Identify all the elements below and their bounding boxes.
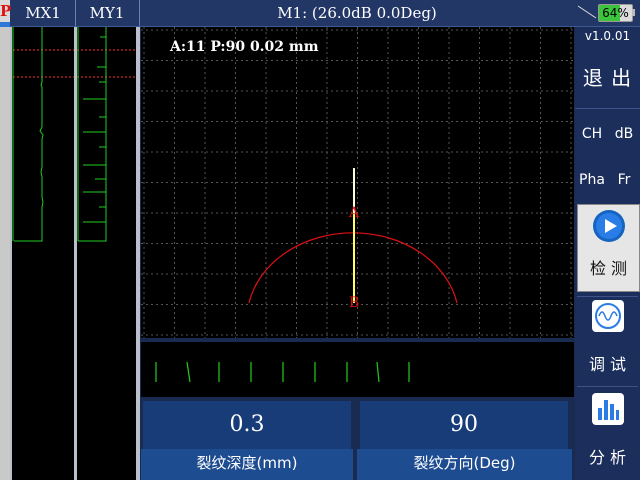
signal-icon	[577, 5, 597, 19]
crack-depth-label: 裂纹深度(mm)	[141, 449, 353, 480]
detect-button[interactable]: 检 测	[577, 204, 640, 292]
marker-a: A	[348, 205, 360, 221]
wave-icon	[592, 300, 624, 332]
play-icon	[593, 210, 625, 242]
measurement-title: M1: (26.0dB 0.0Deg)	[277, 4, 437, 22]
sidebar-divider	[577, 386, 638, 387]
battery-icon: 64%	[598, 4, 633, 22]
channel-button[interactable]: CH	[578, 124, 606, 144]
debug-label: 调 试	[588, 355, 627, 374]
debug-button[interactable]: 调 试	[577, 297, 638, 385]
crack-direction-label: 裂纹方向(Deg)	[357, 449, 572, 480]
crack-depth-value: 0.3	[143, 401, 351, 449]
phase-button[interactable]: Pha	[576, 170, 608, 190]
version-label: v1.0.01	[584, 29, 631, 43]
scope-readout: A:11 P:90 0.02 mm	[169, 39, 319, 55]
detect-label: 检 测	[589, 259, 628, 278]
bar-chart-icon	[592, 393, 624, 425]
impedance-plane-display[interactable]: A B A:11 P:90 0.02 mm	[141, 27, 574, 338]
waveform-strip	[141, 342, 574, 397]
channel-y-label[interactable]: MY1	[76, 0, 138, 26]
analyze-label: 分 析	[588, 448, 627, 467]
left-edge	[0, 27, 10, 480]
marker-b: B	[349, 295, 359, 311]
analyze-button[interactable]: 分 析	[577, 388, 638, 480]
battery-level: 64%	[602, 6, 629, 20]
gain-button[interactable]: dB	[610, 124, 638, 144]
my-strip-chart	[77, 27, 136, 480]
crack-direction-value: 90	[360, 401, 568, 449]
sidebar-divider	[575, 108, 640, 109]
frequency-button[interactable]: Fr	[611, 170, 637, 190]
battery-tip	[632, 9, 635, 16]
mx-strip-chart	[12, 27, 74, 480]
exit-button[interactable]: 退 出	[575, 62, 640, 94]
channel-x-label[interactable]: MX1	[12, 0, 74, 26]
